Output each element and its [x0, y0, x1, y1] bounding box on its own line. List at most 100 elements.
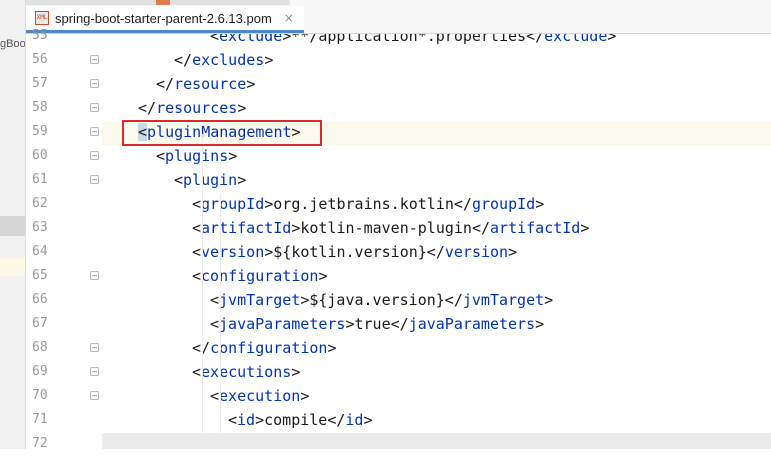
tag-name: id: [237, 411, 256, 429]
tab-strip-right: [170, 0, 290, 5]
close-icon[interactable]: ×: [284, 11, 294, 25]
tag-content: >**/application*.properties</: [282, 34, 545, 45]
code-line[interactable]: </excludes>: [174, 48, 273, 72]
code-line[interactable]: <version>${kotlin.version}</version>: [192, 240, 517, 264]
project-panel: gBoo: [0, 0, 26, 449]
gutter-line[interactable]: 66: [26, 288, 102, 312]
line-number: 55: [32, 28, 48, 43]
code-line[interactable]: <artifactId>kotlin-maven-plugin</artifac…: [192, 216, 589, 240]
gutter-line[interactable]: 70: [26, 384, 102, 408]
fold-marker-icon[interactable]: [90, 271, 99, 280]
tag-bracket-close: >: [237, 99, 247, 117]
line-number: 62: [32, 196, 48, 211]
fold-marker-icon[interactable]: [90, 55, 99, 64]
tag-bracket-close: >: [544, 291, 554, 309]
line-number: 60: [32, 148, 48, 163]
gutter-line[interactable]: 65: [26, 264, 102, 288]
fold-marker-icon[interactable]: [90, 151, 99, 160]
tag-bracket: <: [228, 411, 238, 429]
tree-selected-row[interactable]: [0, 216, 25, 236]
gutter-line[interactable]: 69: [26, 360, 102, 384]
tag-content: >${kotlin.version}</: [264, 243, 445, 261]
line-number: 61: [32, 172, 48, 187]
gutter-line[interactable]: 62: [26, 192, 102, 216]
closing-tag-name: groupId: [471, 195, 536, 213]
code-line[interactable]: <exclude>**/application*.properties</exc…: [210, 34, 616, 48]
tag-name: resources: [156, 99, 238, 117]
tree-current-row[interactable]: [0, 258, 25, 276]
line-number: 63: [32, 220, 48, 235]
tag-name: groupId: [201, 195, 265, 213]
gutter-line[interactable]: 61: [26, 168, 102, 192]
gutter-line[interactable]: 72: [26, 432, 102, 456]
code-line[interactable]: </resources>: [138, 96, 246, 120]
code-line[interactable]: <configuration>: [192, 264, 327, 288]
fold-marker-icon[interactable]: [90, 343, 99, 352]
tag-bracket-close: >: [607, 34, 617, 45]
tag-bracket: <: [210, 315, 220, 333]
tag-bracket-close: >: [327, 339, 337, 357]
tag-name: version: [201, 243, 265, 261]
code-line[interactable]: <plugins>: [156, 144, 237, 168]
closing-tag-name: version: [444, 243, 509, 261]
gutter-line[interactable]: 71: [26, 408, 102, 432]
fold-marker-icon[interactable]: [90, 103, 99, 112]
line-number: 64: [32, 244, 48, 259]
fold-marker-icon[interactable]: [90, 79, 99, 88]
code-line[interactable]: <groupId>org.jetbrains.kotlin</groupId>: [192, 192, 544, 216]
code-line[interactable]: </configuration>: [192, 336, 337, 360]
gutter-line[interactable]: 56: [26, 48, 102, 72]
fold-marker-icon[interactable]: [90, 367, 99, 376]
gutter-line[interactable]: 67: [26, 312, 102, 336]
code-line[interactable]: <execution>: [210, 384, 309, 408]
line-number: 65: [32, 268, 48, 283]
gutter-line[interactable]: 55: [26, 24, 102, 48]
closing-tag-name: jvmTarget: [462, 291, 545, 309]
code-line[interactable]: <jvmTarget>${java.version}</jvmTarget>: [210, 288, 553, 312]
line-number-gutter[interactable]: 55 56 57 58 59 60 61 62 63 64 65 66 67 68 69 70 71 72: [26, 28, 102, 451]
fold-marker-icon[interactable]: [90, 175, 99, 184]
code-line[interactable]: <plugin>: [174, 168, 246, 192]
code-line[interactable]: <executions>: [192, 360, 300, 384]
line-number: 66: [32, 292, 48, 307]
tag-name: execution: [219, 387, 301, 405]
gutter-line[interactable]: 58: [26, 96, 102, 120]
code-line[interactable]: <javaParameters>true</javaParameters>: [210, 312, 544, 336]
tag-name: plugin: [183, 171, 238, 189]
horizontal-scrollbar[interactable]: [102, 433, 771, 449]
line-number: 68: [32, 340, 48, 355]
gutter-line[interactable]: 60: [26, 144, 102, 168]
fold-marker-icon[interactable]: [90, 391, 99, 400]
line-number: 58: [32, 100, 48, 115]
gutter-line[interactable]: 68: [26, 336, 102, 360]
tag-bracket: <: [210, 34, 220, 45]
tag-bracket: <: [192, 219, 202, 237]
gutter-line[interactable]: 64: [26, 240, 102, 264]
tag-name: artifactId: [201, 219, 292, 237]
line-number: 72: [32, 436, 48, 451]
gutter-line[interactable]: 63: [26, 216, 102, 240]
gutter-line[interactable]: 57: [26, 72, 102, 96]
tag-bracket: <: [156, 147, 166, 165]
code-line[interactable]: <id>compile</id>: [228, 408, 373, 432]
tag-name: excludes: [192, 51, 265, 69]
fold-marker-icon[interactable]: [90, 127, 99, 136]
tag-bracket-close: >: [291, 363, 301, 381]
code-line[interactable]: </resource>: [156, 72, 255, 96]
line-number: 57: [32, 76, 48, 91]
tag-bracket-close: >: [535, 315, 545, 333]
tag-name: exclude: [219, 34, 283, 45]
line-number: 67: [32, 316, 48, 331]
tag-bracket-close: >: [300, 387, 310, 405]
tag-bracket: </: [138, 99, 157, 117]
tag-bracket: <: [174, 171, 184, 189]
tag-content: >true</: [345, 315, 409, 333]
code-editor[interactable]: <exclude>**/application*.properties</exc…: [102, 34, 771, 449]
line-number: 70: [32, 388, 48, 403]
indent-guide: [220, 194, 221, 444]
tag-bracket: <: [192, 267, 202, 285]
tag-bracket-close: >: [508, 243, 518, 261]
line-number: 56: [32, 52, 48, 67]
gutter-line[interactable]: 59: [26, 120, 102, 144]
tag-name: jvmTarget: [219, 291, 301, 309]
